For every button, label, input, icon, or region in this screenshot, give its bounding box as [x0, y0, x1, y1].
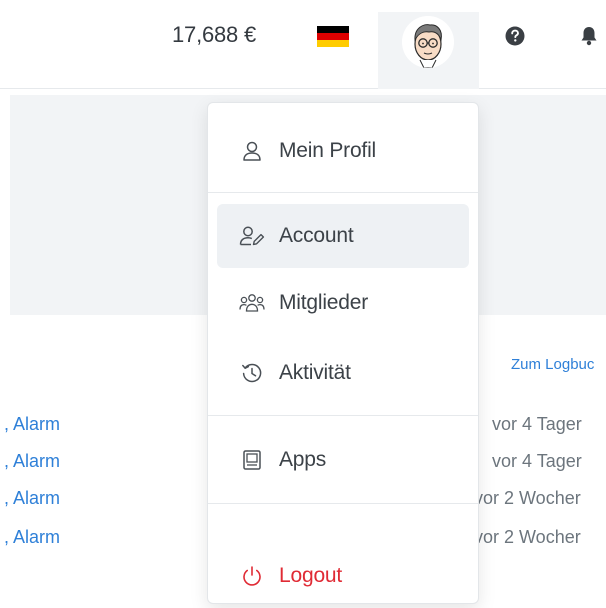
top-navigation-bar: 17,688 €: [0, 0, 606, 89]
user-edit-icon: [239, 223, 265, 249]
menu-item-activity[interactable]: Aktivität: [217, 341, 469, 405]
history-icon: [239, 360, 265, 386]
menu-divider: [208, 192, 478, 193]
menu-item-label: Apps: [279, 448, 327, 471]
alarm-link[interactable]: , Alarm: [4, 414, 60, 435]
bell-icon[interactable]: [578, 25, 600, 47]
menu-divider: [208, 415, 478, 416]
user-icon: [239, 138, 265, 164]
user-avatar-icon[interactable]: [402, 16, 454, 68]
relative-time: vor 4 Tager: [492, 414, 582, 434]
apps-icon: [239, 447, 265, 473]
users-icon: [239, 290, 265, 316]
relative-time: vor 4 Tager: [492, 451, 582, 471]
relative-time: vor 2 Wocher: [474, 488, 581, 508]
menu-item-profile[interactable]: Mein Profil: [217, 119, 469, 183]
menu-item-apps[interactable]: Apps: [217, 428, 469, 492]
menu-item-label: Aktivität: [279, 361, 351, 384]
menu-item-logout[interactable]: Logout: [217, 544, 469, 608]
menu-item-label: Mitglieder: [279, 291, 369, 314]
german-flag-icon[interactable]: [317, 26, 349, 47]
menu-item-label: Mein Profil: [279, 139, 376, 162]
help-circle-icon[interactable]: [504, 25, 526, 47]
relative-time: vor 2 Wocher: [474, 527, 581, 547]
menu-item-label: Logout: [279, 564, 343, 587]
menu-item-members[interactable]: Mitglieder: [217, 271, 469, 335]
user-dropdown-menu: Mein Profil Account Mitglieder Aktivität…: [207, 102, 479, 604]
power-icon: [239, 563, 265, 589]
alarm-link[interactable]: , Alarm: [4, 527, 60, 548]
menu-item-account[interactable]: Account: [217, 204, 469, 268]
alarm-link[interactable]: , Alarm: [4, 451, 60, 472]
account-balance: 17,688 €: [172, 22, 257, 47]
user-menu-toggle[interactable]: [378, 12, 479, 89]
menu-item-label: Account: [279, 224, 354, 247]
alarm-link[interactable]: , Alarm: [4, 488, 60, 509]
logbook-link[interactable]: Zum Logbuc: [511, 356, 594, 373]
menu-divider: [208, 503, 478, 504]
